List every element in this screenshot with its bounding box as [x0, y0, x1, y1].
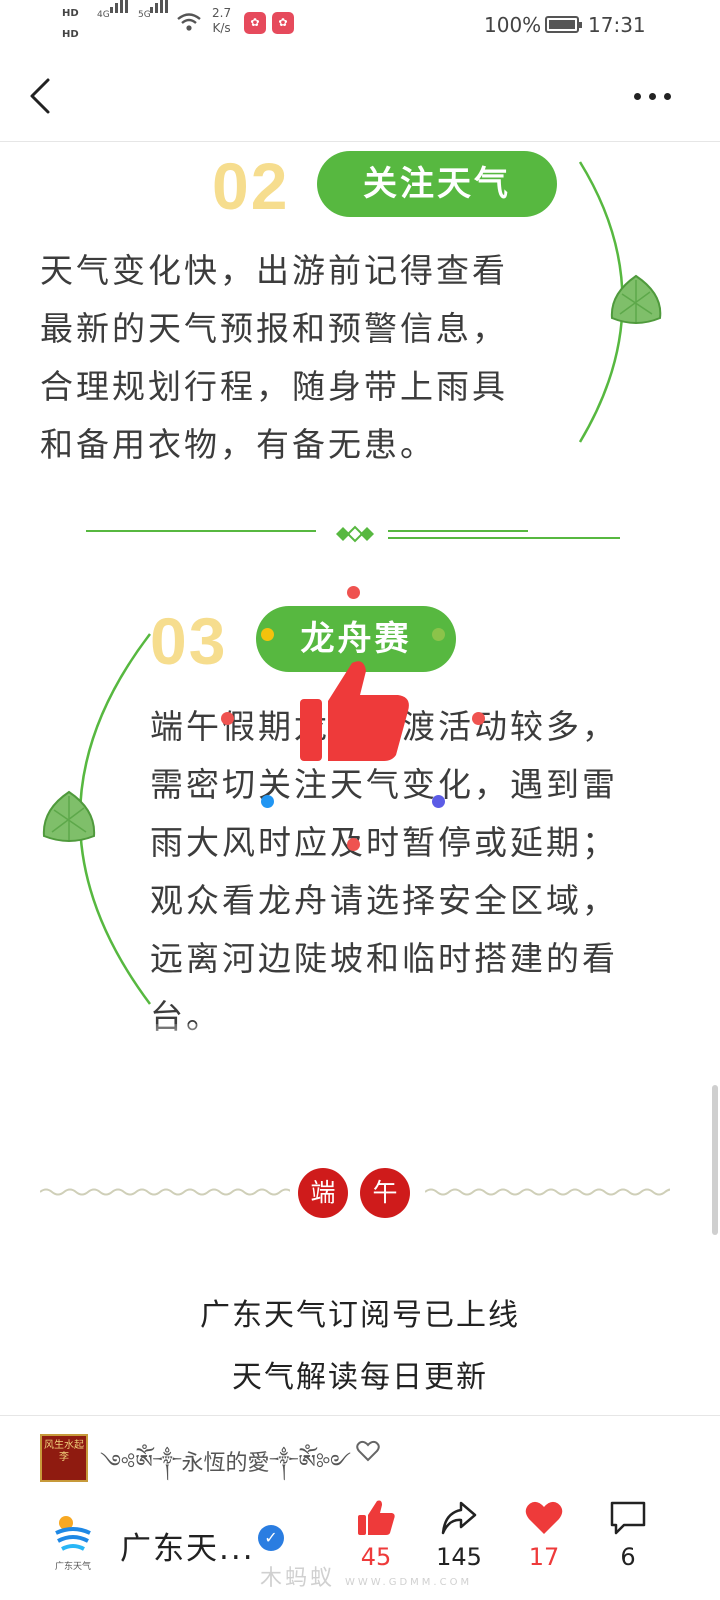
- latest-comment[interactable]: 风生水起 李 ༺ༀ༒永恆的愛༒ༀ༻: [0, 1415, 720, 1485]
- share-icon: [441, 1501, 477, 1535]
- thumbs-up-icon: [300, 661, 409, 761]
- hd-indicator: HD: [62, 8, 79, 19]
- festival-badge: 午: [360, 1168, 410, 1218]
- wavy-divider: [425, 1188, 670, 1196]
- section-number: 03: [150, 604, 228, 678]
- wavy-divider: [40, 1188, 290, 1196]
- app-notification-icon: ✿: [272, 12, 294, 34]
- section-paragraph: 端午假期龙舟竞渡活动较多， 需密切关注天气变化，遇到雷 雨大风时应及时暂停或延期…: [150, 707, 618, 1036]
- network-4g-label: 4G: [97, 10, 110, 20]
- clock: 17:31: [588, 13, 646, 37]
- network-5g-label: 5G: [138, 10, 151, 20]
- account-logo[interactable]: 广东天气: [48, 1511, 98, 1572]
- comment-button[interactable]: 6: [593, 1499, 663, 1589]
- comment-bubble-icon: [610, 1501, 646, 1535]
- festival-badge: 端: [298, 1168, 348, 1218]
- heart-outline-icon[interactable]: [356, 1440, 380, 1462]
- app-notification-icon: ✿: [244, 12, 266, 34]
- section-divider: [86, 525, 620, 543]
- favorite-button[interactable]: 17: [509, 1499, 579, 1589]
- account-name[interactable]: 广东天...: [120, 1523, 255, 1568]
- zongzi-leaf-icon: [610, 274, 662, 324]
- scrollbar[interactable]: [712, 1085, 718, 1235]
- comment-count: 6: [620, 1543, 636, 1571]
- zongzi-leaf-icon: [42, 790, 96, 842]
- watermark: 木蚂蚁 WWW.GDMM.COM: [260, 1566, 473, 1591]
- favorite-count: 17: [528, 1543, 560, 1571]
- heart-icon: [525, 1501, 563, 1534]
- status-bar: HD HD 4G 5G 2.7 K/s ✿ ✿ 100% 17:31: [0, 0, 720, 50]
- hd-indicator: HD: [62, 29, 79, 40]
- network-speed: 2.7 K/s: [212, 6, 232, 35]
- thumbs-up-icon: [358, 1500, 395, 1535]
- wifi-icon: [177, 13, 201, 31]
- chevron-left-icon: [30, 78, 50, 114]
- text-fade-overlay: [140, 1024, 680, 1058]
- battery-percent: 100%: [484, 13, 542, 37]
- weather-logo-icon: [55, 1516, 91, 1551]
- section-number: 02: [212, 149, 290, 223]
- avatar[interactable]: 风生水起 李: [40, 1434, 88, 1482]
- more-options-button[interactable]: [628, 80, 678, 110]
- back-button[interactable]: [22, 74, 62, 118]
- top-navigation-bar: [0, 50, 720, 142]
- section-paragraph: 天气变化快，出游前记得查看 最新的天气预报和预警信息， 合理规划行程，随身带上雨…: [40, 251, 508, 464]
- battery-icon: [545, 16, 582, 33]
- section-title-badge: 关注天气: [317, 151, 557, 217]
- more-horizontal-icon: [634, 93, 641, 100]
- check-badge-icon: ✓: [258, 1525, 284, 1551]
- promo-text: 广东天气订阅号已上线: [200, 1298, 520, 1333]
- promo-text: 天气解读每日更新: [232, 1360, 488, 1395]
